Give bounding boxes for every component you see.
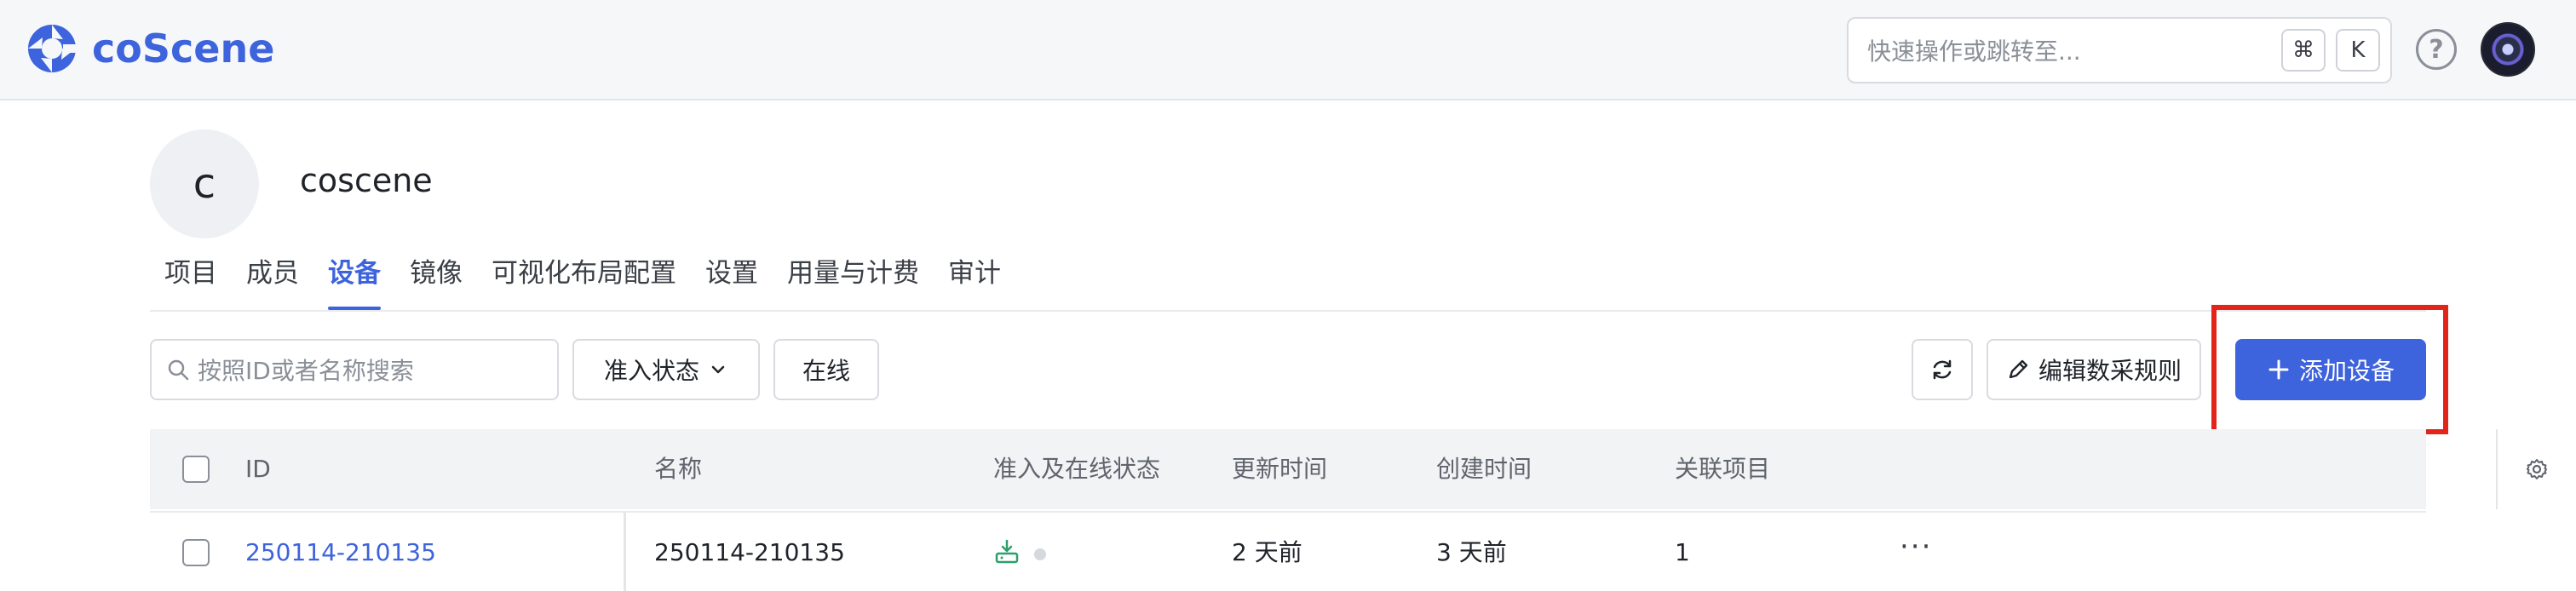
org-avatar: c (150, 129, 259, 238)
chevron-down-icon (711, 365, 725, 374)
online-filter-label: 在线 (802, 357, 850, 385)
column-header-status[interactable]: 准入及在线状态 (993, 429, 1160, 509)
device-name: 250114-210135 (654, 538, 845, 566)
command-placeholder: 快速操作或跳转至... (1867, 37, 2081, 66)
tab-projects[interactable]: 项目 (150, 252, 232, 310)
online-status-dot (1034, 548, 1046, 560)
tab-settings[interactable]: 设置 (691, 252, 773, 310)
device-search-input[interactable]: 按照ID或者名称搜索 (150, 339, 559, 400)
linked-projects-count: 1 (1675, 538, 1690, 566)
tab-images[interactable]: 镜像 (395, 252, 477, 310)
tab-layout-config[interactable]: 可视化布局配置 (477, 252, 691, 310)
tab-usage-billing[interactable]: 用量与计费 (773, 252, 934, 310)
search-icon (168, 359, 189, 381)
highlight-box (2211, 305, 2448, 434)
org-name: coscene (300, 162, 433, 199)
device-id-link[interactable]: 250114-210135 (245, 513, 436, 591)
column-settings-button[interactable] (2496, 429, 2576, 509)
pencil-icon (2006, 358, 2030, 382)
created-time: 3 天前 (1436, 538, 1507, 566)
logo[interactable]: coScene (26, 22, 274, 75)
admission-status-label: 准入状态 (603, 357, 699, 385)
command-key: ⌘ (2281, 29, 2326, 72)
help-icon[interactable]: ? (2416, 29, 2457, 70)
k-key: K (2336, 29, 2380, 72)
column-header-created[interactable]: 创建时间 (1436, 429, 1532, 509)
refresh-icon (1933, 359, 1952, 380)
command-search-input[interactable]: 快速操作或跳转至... ⌘ K (1847, 17, 2392, 83)
more-actions-icon[interactable]: ··· (1900, 513, 1932, 591)
column-divider (624, 513, 626, 591)
user-avatar[interactable] (2481, 22, 2535, 77)
top-bar: coScene 快速操作或跳转至... ⌘ K ? (0, 0, 2576, 100)
column-header-id[interactable]: ID (245, 429, 271, 509)
admission-status-dropdown[interactable]: 准入状态 (572, 339, 760, 400)
column-header-updated[interactable]: 更新时间 (1232, 429, 1327, 509)
search-placeholder: 按照ID或者名称搜索 (198, 357, 414, 385)
gear-icon (2527, 459, 2547, 479)
admitted-status-icon (995, 539, 1019, 564)
refresh-button[interactable] (1912, 339, 1973, 400)
table-header: ID 名称 准入及在线状态 更新时间 创建时间 关联项目 (150, 429, 2547, 509)
updated-time: 2 天前 (1232, 538, 1302, 566)
tab-members[interactable]: 成员 (232, 252, 313, 310)
tab-audit[interactable]: 审计 (934, 252, 1015, 310)
tab-devices[interactable]: 设备 (313, 252, 395, 310)
coscene-logo-icon (28, 25, 78, 72)
logo-text: coScene (92, 26, 275, 72)
select-all-checkbox[interactable] (182, 456, 210, 483)
column-header-name[interactable]: 名称 (654, 429, 702, 509)
tabs-divider (150, 310, 2426, 312)
table-row[interactable]: 250114-210135 250114-210135 2 天前 3 天前 1 … (150, 511, 2426, 591)
row-checkbox[interactable] (182, 539, 210, 566)
edit-collection-rules-button[interactable]: 编辑数采规则 (1987, 339, 2201, 400)
online-filter-button[interactable]: 在线 (773, 339, 879, 400)
org-tabs: 项目 成员 设备 镜像 可视化布局配置 设置 用量与计费 审计 (150, 252, 1015, 310)
column-header-projects[interactable]: 关联项目 (1675, 429, 1770, 509)
edit-collection-rules-label: 编辑数采规则 (2038, 357, 2182, 385)
